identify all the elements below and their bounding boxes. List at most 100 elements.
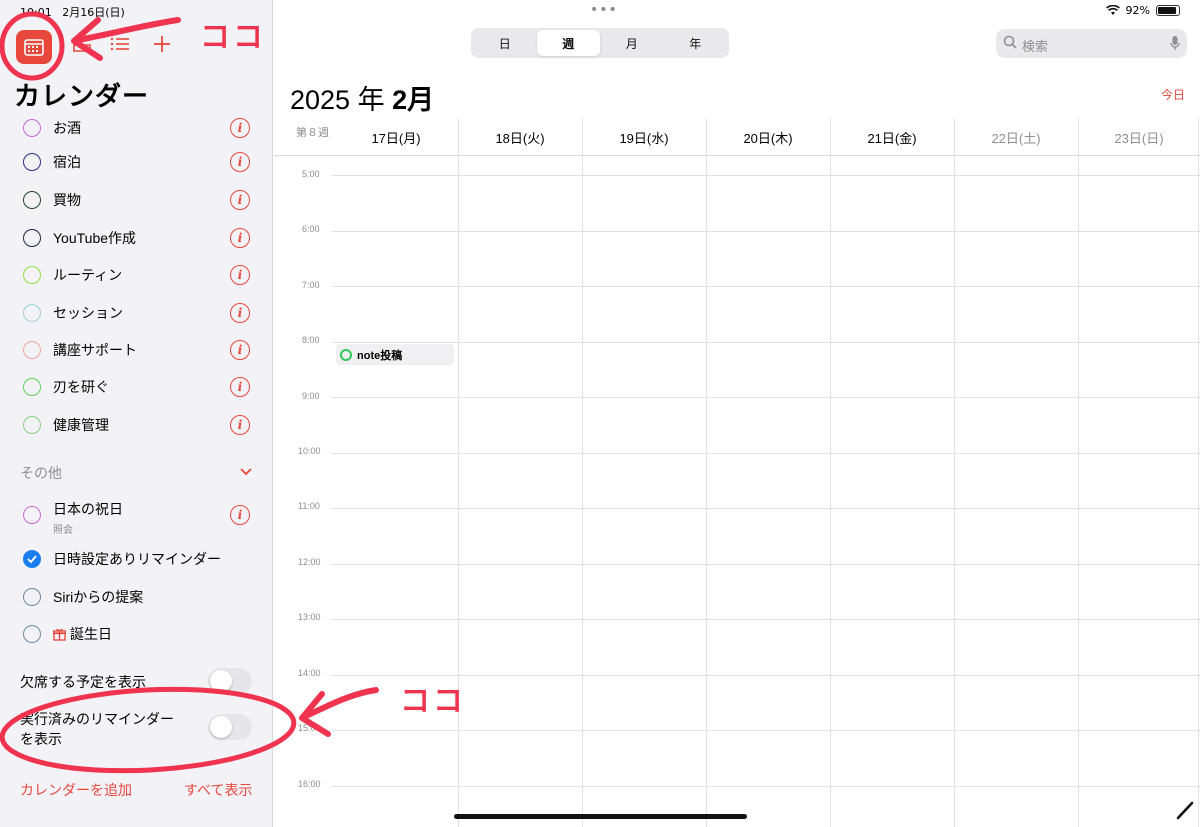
event-title: note投稿 bbox=[357, 349, 403, 362]
day-header[interactable]: 18日(火) bbox=[458, 118, 582, 156]
home-indicator[interactable] bbox=[454, 814, 747, 819]
day-header[interactable]: 23日(日) bbox=[1078, 118, 1200, 156]
hour-line bbox=[332, 730, 1200, 731]
other-section-header[interactable]: その他 bbox=[20, 463, 62, 483]
calendar-name: お酒 bbox=[53, 120, 81, 136]
sidebar: カレンダー お酒 i 宿泊 i 買物 i YouTube作成 i ルーティン i bbox=[0, 0, 273, 827]
calendar-color-circle[interactable] bbox=[23, 341, 41, 359]
hour-label: 7:00 bbox=[302, 280, 320, 290]
calendar-name: セッション bbox=[53, 305, 123, 321]
calendar-item[interactable]: 日本の祝日 照会 i bbox=[0, 497, 272, 536]
hour-line bbox=[332, 175, 1200, 176]
calendar-icon bbox=[24, 39, 44, 56]
hour-line bbox=[332, 231, 1200, 232]
info-icon[interactable]: i bbox=[230, 415, 250, 435]
reminder-circle-icon[interactable] bbox=[340, 348, 352, 361]
calendar-color-circle[interactable] bbox=[23, 266, 41, 284]
hour-line bbox=[332, 397, 1200, 398]
search-icon bbox=[1003, 35, 1017, 49]
event-note-post[interactable]: note投稿 bbox=[336, 344, 454, 365]
declined-events-label: 欠席する予定を表示 bbox=[20, 674, 146, 690]
annotation-label-bottom: ココ bbox=[400, 685, 466, 718]
calendar-color-circle[interactable] bbox=[23, 506, 41, 524]
day-header[interactable]: 17日(月) bbox=[334, 118, 458, 156]
calendar-item[interactable]: 買物 i bbox=[0, 182, 272, 218]
completed-reminders-toggle[interactable] bbox=[208, 714, 252, 740]
search-field[interactable]: 検索 bbox=[996, 29, 1187, 58]
status-right: 92% bbox=[1105, 4, 1180, 17]
calendar-name: ルーティン bbox=[53, 267, 123, 283]
list-view-button[interactable] bbox=[108, 32, 132, 56]
calendar-color-circle[interactable] bbox=[23, 304, 41, 322]
calendar-color-circle[interactable] bbox=[23, 625, 41, 643]
declined-events-toggle[interactable] bbox=[208, 668, 252, 694]
calendar-item[interactable]: Siriからの提案 bbox=[0, 579, 272, 615]
time-grid[interactable]: 5:00 6:00 7:00 8:00 9:00 10:00 11:00 12:… bbox=[274, 157, 1200, 827]
day-header[interactable]: 20日(木) bbox=[706, 118, 830, 156]
info-icon[interactable]: i bbox=[230, 303, 250, 323]
calendar-item[interactable]: YouTube作成 i bbox=[0, 220, 272, 256]
calendar-color-circle[interactable] bbox=[23, 153, 41, 171]
calendar-color-circle[interactable] bbox=[23, 416, 41, 434]
hour-line bbox=[332, 453, 1200, 454]
calendar-item[interactable]: ルーティン i bbox=[0, 257, 272, 293]
list-icon bbox=[110, 37, 129, 51]
calendar-subtitle: 照会 bbox=[53, 525, 73, 536]
calendar-color-circle[interactable] bbox=[23, 588, 41, 606]
hour-line bbox=[332, 619, 1200, 620]
multitask-dots[interactable]: ••• bbox=[590, 2, 618, 18]
completed-reminders-label-line1: 実行済みのリマインダー bbox=[20, 711, 174, 727]
info-icon[interactable]: i bbox=[230, 505, 250, 525]
calendar-color-circle[interactable] bbox=[23, 119, 41, 137]
calendar-item[interactable]: 講座サポート i bbox=[0, 332, 272, 368]
hour-line bbox=[332, 342, 1200, 343]
chevron-down-icon[interactable] bbox=[239, 467, 253, 477]
calendar-item[interactable]: セッション i bbox=[0, 295, 272, 331]
segment-day[interactable]: 日 bbox=[473, 30, 537, 56]
calendar-name: 日時設定ありリマインダー bbox=[53, 551, 221, 567]
day-header[interactable]: 19日(水) bbox=[582, 118, 706, 156]
battery-icon bbox=[1156, 5, 1180, 16]
segment-year[interactable]: 年 bbox=[664, 30, 728, 56]
info-icon[interactable]: i bbox=[230, 152, 250, 172]
hour-label: 15:00 bbox=[298, 723, 321, 733]
info-icon[interactable]: i bbox=[230, 190, 250, 210]
hour-label: 8:00 bbox=[302, 335, 320, 345]
info-icon[interactable]: i bbox=[230, 265, 250, 285]
calendar-item[interactable]: 誕生日 bbox=[0, 616, 272, 652]
sidebar-title: カレンダー bbox=[14, 81, 150, 111]
hour-label: 14:00 bbox=[298, 668, 321, 678]
info-icon[interactable]: i bbox=[230, 118, 250, 138]
calendar-color-circle[interactable] bbox=[23, 378, 41, 396]
segment-week[interactable]: 週 bbox=[536, 30, 600, 56]
day-header[interactable]: 21日(金) bbox=[830, 118, 954, 156]
info-icon[interactable]: i bbox=[230, 340, 250, 360]
info-icon[interactable]: i bbox=[230, 377, 250, 397]
hour-label: 12:00 bbox=[298, 557, 321, 567]
calendar-item[interactable]: 宿泊 i bbox=[0, 144, 272, 180]
calendar-item[interactable]: 健康管理 i bbox=[0, 407, 272, 443]
add-calendar-link[interactable]: カレンダーを追加 bbox=[20, 780, 132, 800]
day-header[interactable]: 22日(土) bbox=[954, 118, 1078, 156]
calendar-color-circle[interactable] bbox=[23, 191, 41, 209]
hour-label: 6:00 bbox=[302, 224, 320, 234]
inbox-button[interactable] bbox=[70, 32, 94, 56]
calendar-item[interactable]: お酒 i bbox=[0, 110, 272, 146]
segment-month[interactable]: 月 bbox=[600, 30, 664, 56]
today-button[interactable]: 今日 bbox=[1161, 86, 1185, 103]
calendar-name: 買物 bbox=[53, 192, 81, 208]
calendar-color-circle[interactable] bbox=[23, 229, 41, 247]
add-event-button[interactable] bbox=[150, 32, 174, 56]
show-all-link[interactable]: すべて表示 bbox=[184, 780, 252, 800]
hour-label: 13:00 bbox=[298, 612, 321, 622]
calendar-item[interactable]: 刃を研ぐ i bbox=[0, 369, 272, 405]
calendar-list-button[interactable] bbox=[16, 30, 52, 64]
calendar-name: 健康管理 bbox=[53, 417, 109, 433]
info-icon[interactable]: i bbox=[230, 228, 250, 248]
calendar-item[interactable]: 日時設定ありリマインダー bbox=[0, 541, 272, 577]
calendar-checked-circle[interactable] bbox=[23, 550, 41, 568]
inbox-icon bbox=[73, 44, 91, 52]
view-segmented-control: 日 週 月 年 bbox=[471, 28, 729, 58]
wifi-icon bbox=[1105, 5, 1120, 15]
microphone-icon[interactable] bbox=[1170, 35, 1180, 51]
